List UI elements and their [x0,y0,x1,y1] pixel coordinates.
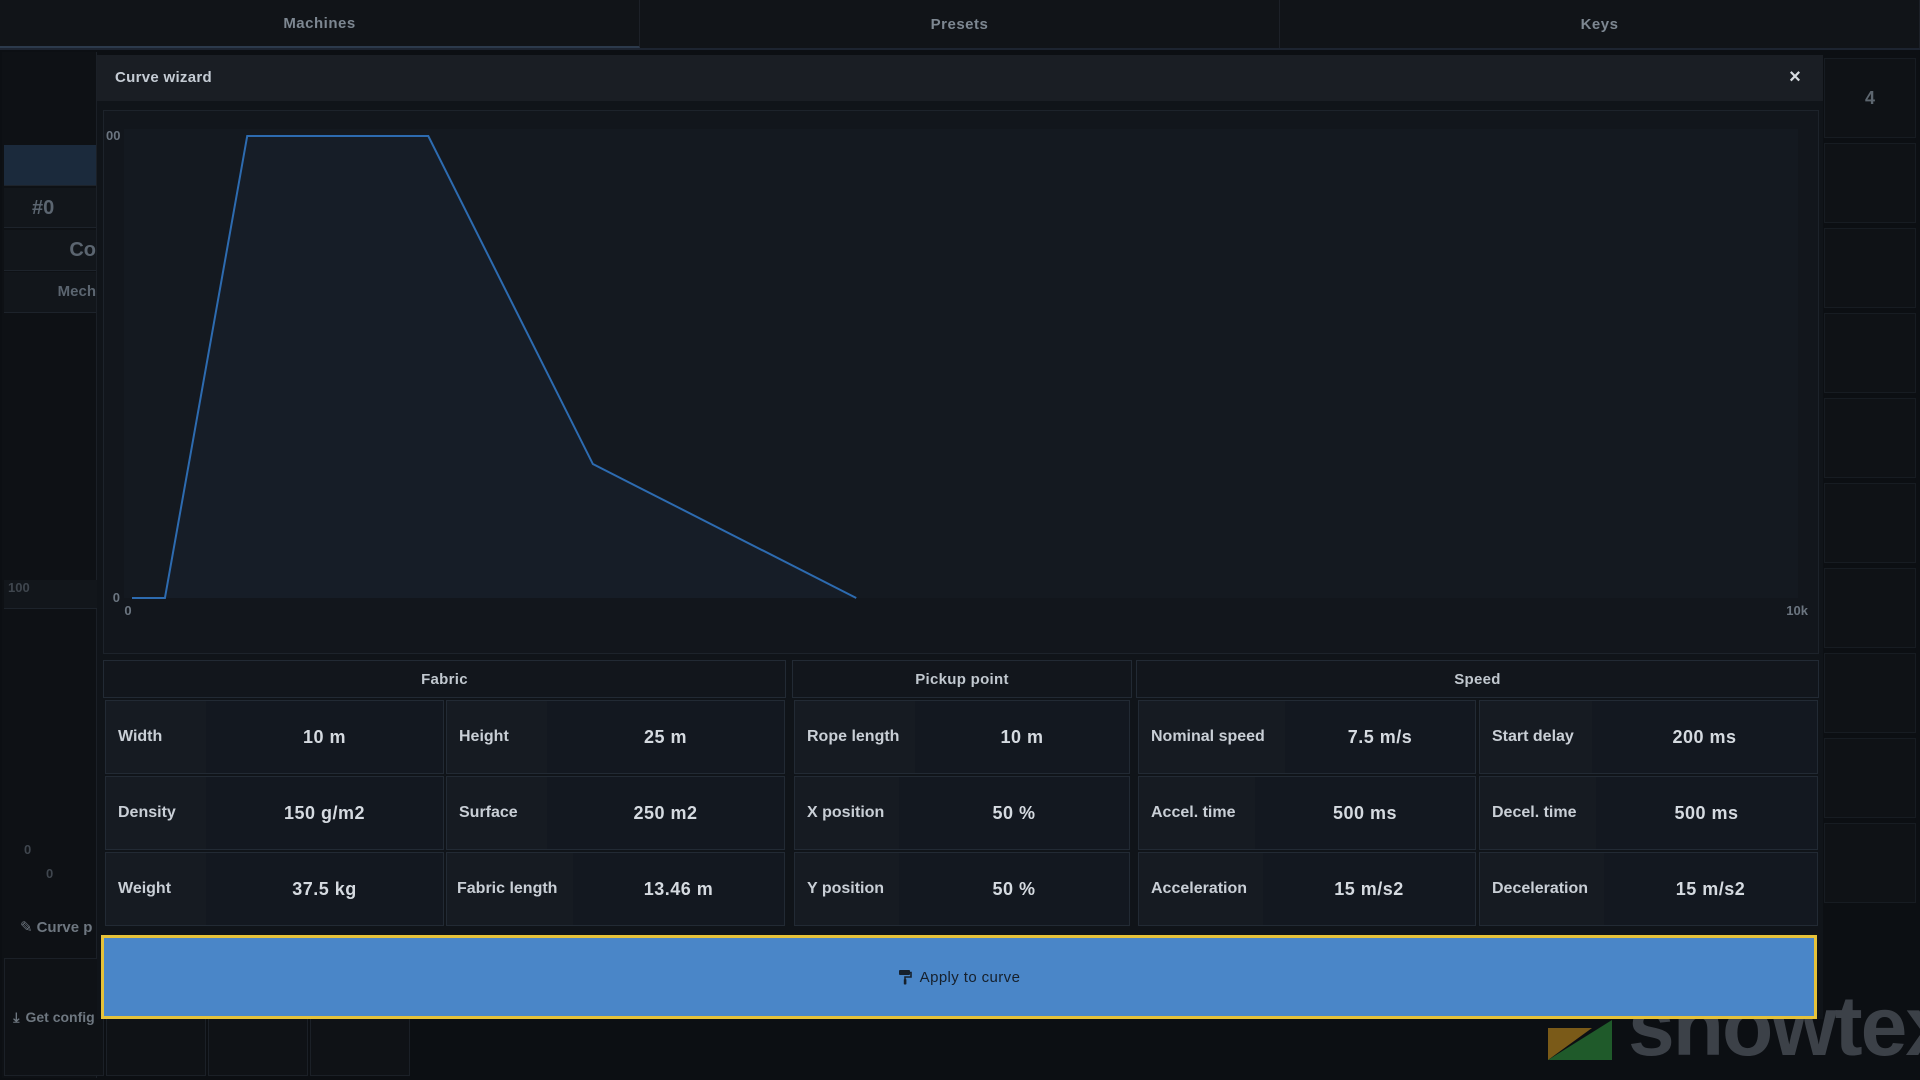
background-scale-top: 100 [4,580,100,609]
field-value: 500 ms [1332,802,1398,823]
field-label: Accel. time [1139,777,1255,849]
field-label: Start delay [1480,701,1592,773]
field-label: Surface [447,777,547,849]
background-right-cell [1824,313,1916,393]
background-curve-button[interactable]: ✎ Curve p [4,905,96,949]
speed-start-delay-field[interactable]: Start delay 200 ms [1479,700,1818,774]
background-right-number: 4 [1824,58,1916,138]
field-label: Y position [795,853,899,925]
background-co-label: Co [4,230,96,271]
background-right-cell [1824,568,1916,648]
dialog-title: Curve wizard [115,69,212,86]
paint-roller-icon [898,970,912,985]
fabric-height-field[interactable]: Height 25 m [446,700,785,774]
fabric-surface-field[interactable]: Surface 250 m2 [446,776,785,850]
get-config-label: Get config [25,1009,95,1025]
field-label: Decel. time [1480,777,1596,849]
fabric-weight-field[interactable]: Weight 37.5 kg [105,852,444,926]
background-mech-label: Mech [4,272,96,313]
fabric-width-field[interactable]: Width 10 m [105,700,444,774]
field-value: 10 m [302,726,347,747]
get-config-button[interactable]: ⤓ Get config [4,958,104,1076]
field-label: Nominal speed [1139,701,1285,773]
background-right-cell [1824,653,1916,733]
field-label: Acceleration [1139,853,1263,925]
field-value: 15 m/s2 [1334,878,1404,899]
field-value: 200 ms [1672,726,1737,747]
field-value: 250 m2 [633,802,698,823]
tab-keys[interactable]: Keys [1280,0,1920,48]
field-label: Deceleration [1480,853,1604,925]
fabric-group-title: Fabric [103,660,786,698]
speed-deceleration-field[interactable]: Deceleration 15 m/s2 [1479,852,1818,926]
fabric-density-field[interactable]: Density 150 g/m2 [105,776,444,850]
curve-chart-svg: 0 10k000 [106,128,1809,618]
field-label: Height [447,701,547,773]
background-right-cell [1824,228,1916,308]
curve-wizard-dialog: Curve wizard × 0 10k 0 00 Fabric Width 10 m… [97,55,1823,1019]
pickup-rope-length-field[interactable]: Rope length 10 m [794,700,1130,774]
pencil-icon: ✎ [20,919,33,936]
y-tick-label: 00 [106,128,120,143]
x-tick-label: 10k [1786,603,1808,618]
field-value: 50 % [992,802,1036,823]
tab-machines[interactable]: Machines [0,0,640,48]
speed-accel-time-field[interactable]: Accel. time 500 ms [1138,776,1476,850]
background-selected-row [4,145,96,186]
y-tick-label: 0 [113,590,120,605]
field-label: Width [106,701,206,773]
background-right-cell [1824,398,1916,478]
curve-chart: 0 10k 0 00 [103,110,1819,654]
speed-decel-time-field[interactable]: Decel. time 500 ms [1479,776,1818,850]
apply-to-curve-button[interactable]: Apply to curve [101,935,1817,1019]
apply-to-curve-label: Apply to curve [919,968,1021,986]
field-value: 15 m/s2 [1675,878,1746,899]
fabric-length-field[interactable]: Fabric length 13.46 m [446,852,785,926]
speed-acceleration-field[interactable]: Acceleration 15 m/s2 [1138,852,1476,926]
field-label: Density [106,777,206,849]
download-icon: ⤓ [13,1008,20,1025]
field-value: 25 m [643,726,688,747]
background-right-cell [1824,483,1916,563]
background-machine-id: #0 [4,188,96,228]
speed-nominal-field[interactable]: Nominal speed 7.5 m/s [1138,700,1476,774]
pickup-x-position-field[interactable]: X position 50 % [794,776,1130,850]
field-value: 37.5 kg [292,878,357,899]
background-right-cell [1824,823,1916,903]
field-label: Weight [106,853,206,925]
x-tick-label: 0 [124,603,131,618]
field-value: 13.46 m [643,878,714,899]
background-curve-label: Curve p [36,918,93,936]
speed-group-title: Speed [1136,660,1819,698]
background-right-cell [1824,143,1916,223]
background-right-panel: 4 [1824,58,1918,978]
field-value: 150 g/m2 [283,802,366,823]
pickup-y-position-field[interactable]: Y position 50 % [794,852,1130,926]
field-value: 10 m [1000,726,1044,747]
top-tab-bar: Machines Presets Keys [0,0,1920,50]
close-icon[interactable]: × [1783,65,1807,89]
tab-presets[interactable]: Presets [640,0,1280,48]
field-value: 50 % [992,878,1036,899]
dialog-header: Curve wizard × [97,55,1823,101]
field-label: Fabric length [447,853,573,925]
background-right-cell [1824,738,1916,818]
field-value: 500 ms [1674,802,1739,823]
field-value: 7.5 m/s [1347,726,1413,747]
field-label: Rope length [795,701,915,773]
logo-mark-icon [1548,1020,1612,1060]
field-label: X position [795,777,899,849]
pickup-group-title: Pickup point [792,660,1132,698]
